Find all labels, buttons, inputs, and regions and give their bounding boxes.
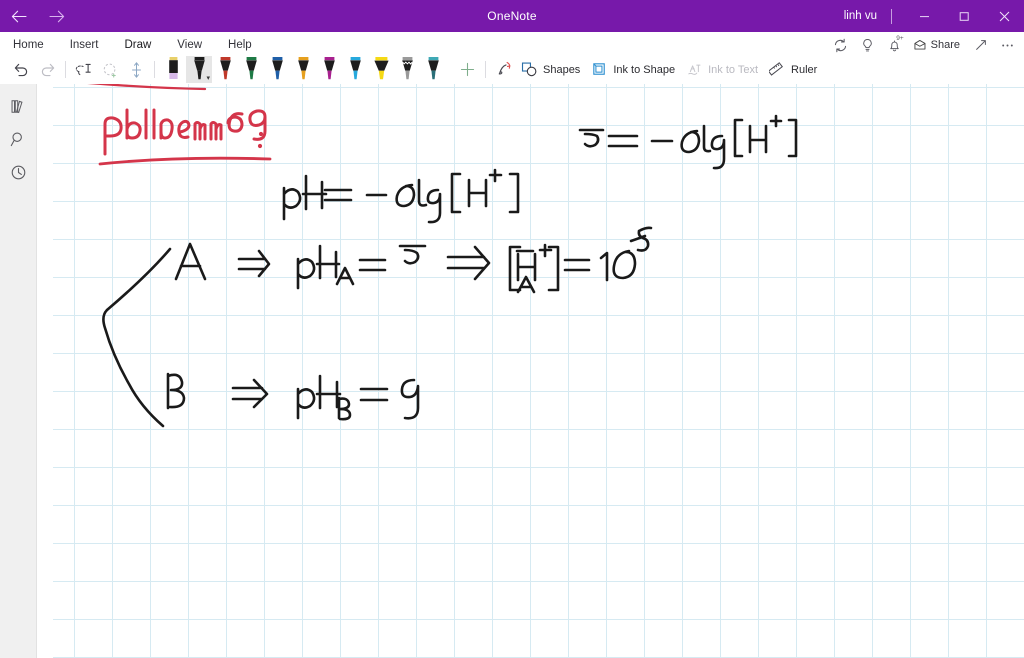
ink-layer [87, 84, 798, 428]
notification-badge: 9+ [896, 35, 904, 42]
back-arrow-icon[interactable] [8, 5, 30, 27]
shapes-label: Shapes [543, 63, 581, 76]
ink-heading-colon [257, 131, 264, 149]
ink-line-a [174, 226, 653, 294]
tool-pen-magenta[interactable] [316, 56, 342, 83]
toolstrip-divider-2 [154, 61, 155, 78]
titlebar-divider [891, 8, 892, 24]
tool-pen-green[interactable] [238, 56, 264, 83]
ink-to-shape-label: Ink to Shape [613, 63, 676, 76]
lightbulb-icon[interactable] [855, 33, 880, 57]
minimize-button[interactable] [904, 0, 944, 32]
search-icon[interactable] [0, 123, 36, 156]
toolstrip-divider-1 [65, 61, 66, 78]
tool-pen-galaxy[interactable] [394, 56, 420, 83]
recent-notes-icon[interactable] [0, 156, 36, 189]
redo-button[interactable] [34, 57, 60, 83]
ink-brace [102, 247, 172, 428]
tool-pen-cyan[interactable] [342, 56, 368, 83]
tool-pen-teal[interactable] [420, 56, 446, 83]
notebooks-icon[interactable] [0, 90, 36, 123]
tool-highlighter-yellow[interactable] [368, 56, 394, 83]
page-left-margin [37, 84, 53, 658]
account-name[interactable]: linh vu [834, 10, 887, 22]
ruler-label: Ruler [791, 63, 818, 76]
lasso-add-button[interactable] [97, 57, 123, 83]
forward-arrow-icon[interactable] [46, 5, 68, 27]
tool-eraser-pen[interactable] [160, 56, 186, 83]
ink-equation-ph-value [578, 114, 798, 170]
note-canvas[interactable] [37, 84, 1024, 658]
insert-space-button[interactable] [123, 57, 149, 83]
shapes-button[interactable]: Shapes [517, 57, 587, 83]
tool-pen-blue[interactable] [264, 56, 290, 83]
pen-options-chevron-down-icon[interactable]: ▾ [206, 75, 210, 82]
tool-pen-orange[interactable] [290, 56, 316, 83]
title-bar: OneNote linh vu [0, 0, 1024, 32]
ruler-button[interactable]: Ruler [765, 57, 824, 83]
maximize-restore-button[interactable] [944, 0, 984, 32]
ink-replay-button[interactable] [491, 57, 517, 83]
sync-icon[interactable] [828, 33, 853, 57]
close-button[interactable] [984, 0, 1024, 32]
ink-line-b [166, 372, 420, 421]
onenote-window: OneNote linh vu Home Insert Draw View He… [0, 0, 1024, 658]
ink-to-text-label: Ink to Text [708, 63, 759, 76]
left-navigation-rail [0, 84, 37, 658]
undo-button[interactable] [8, 57, 34, 83]
ink-to-text-button: Ink to Text [682, 57, 765, 83]
notifications-bell-icon[interactable]: 9+ [882, 33, 907, 57]
ink-equation-ph-definition [282, 168, 520, 224]
draw-tool-strip: ▾ Shapes Ink to Shape Ink to Text Ruler [0, 55, 1024, 84]
tool-pen-black[interactable]: ▾ [186, 56, 212, 83]
toolstrip-divider-3 [485, 61, 486, 78]
titlebar-right-group: linh vu [834, 0, 1024, 32]
ink-to-shape-button[interactable]: Ink to Shape [587, 57, 682, 83]
lasso-select-button[interactable] [71, 57, 97, 83]
tool-pen-red[interactable] [212, 56, 238, 83]
more-options-icon[interactable] [995, 33, 1020, 57]
share-button[interactable]: Share [909, 33, 966, 57]
ink-stroke-toolbar-mark [87, 84, 207, 91]
share-label: Share [930, 39, 960, 51]
ink-heading-problem [98, 108, 272, 166]
expand-icon[interactable] [968, 33, 993, 57]
add-pen-button[interactable] [454, 57, 480, 83]
navigation-arrows [8, 0, 68, 32]
